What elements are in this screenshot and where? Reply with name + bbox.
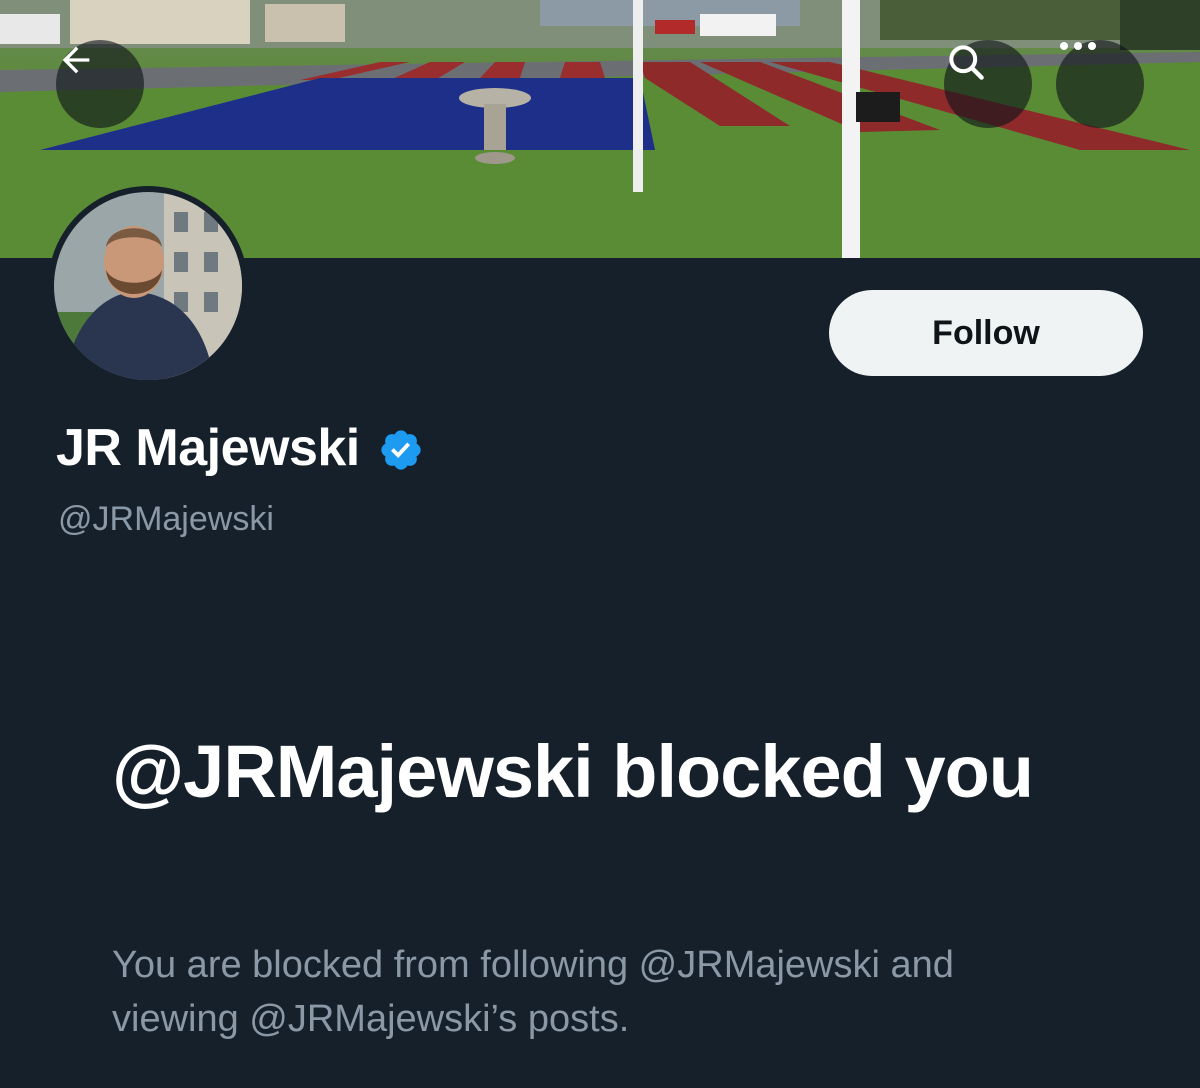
search-button[interactable]	[944, 40, 1032, 128]
more-horizontal-icon	[1060, 42, 1096, 50]
search-icon	[949, 45, 984, 80]
avatar-image	[54, 192, 242, 380]
profile-handle: @JRMajewski	[58, 500, 274, 538]
more-button[interactable]	[1056, 40, 1144, 128]
follow-button[interactable]: Follow	[829, 290, 1143, 376]
display-name-row: JR Majewski	[56, 418, 424, 478]
back-button[interactable]	[56, 40, 144, 128]
blocked-title: @JRMajewski blocked you	[112, 730, 1034, 813]
profile-avatar[interactable]	[48, 186, 248, 386]
verified-badge-icon[interactable]	[378, 427, 424, 473]
arrow-left-icon	[62, 46, 90, 74]
blocked-description: You are blocked from following @JRMajews…	[112, 944, 954, 1040]
display-name: JR Majewski	[56, 419, 360, 477]
